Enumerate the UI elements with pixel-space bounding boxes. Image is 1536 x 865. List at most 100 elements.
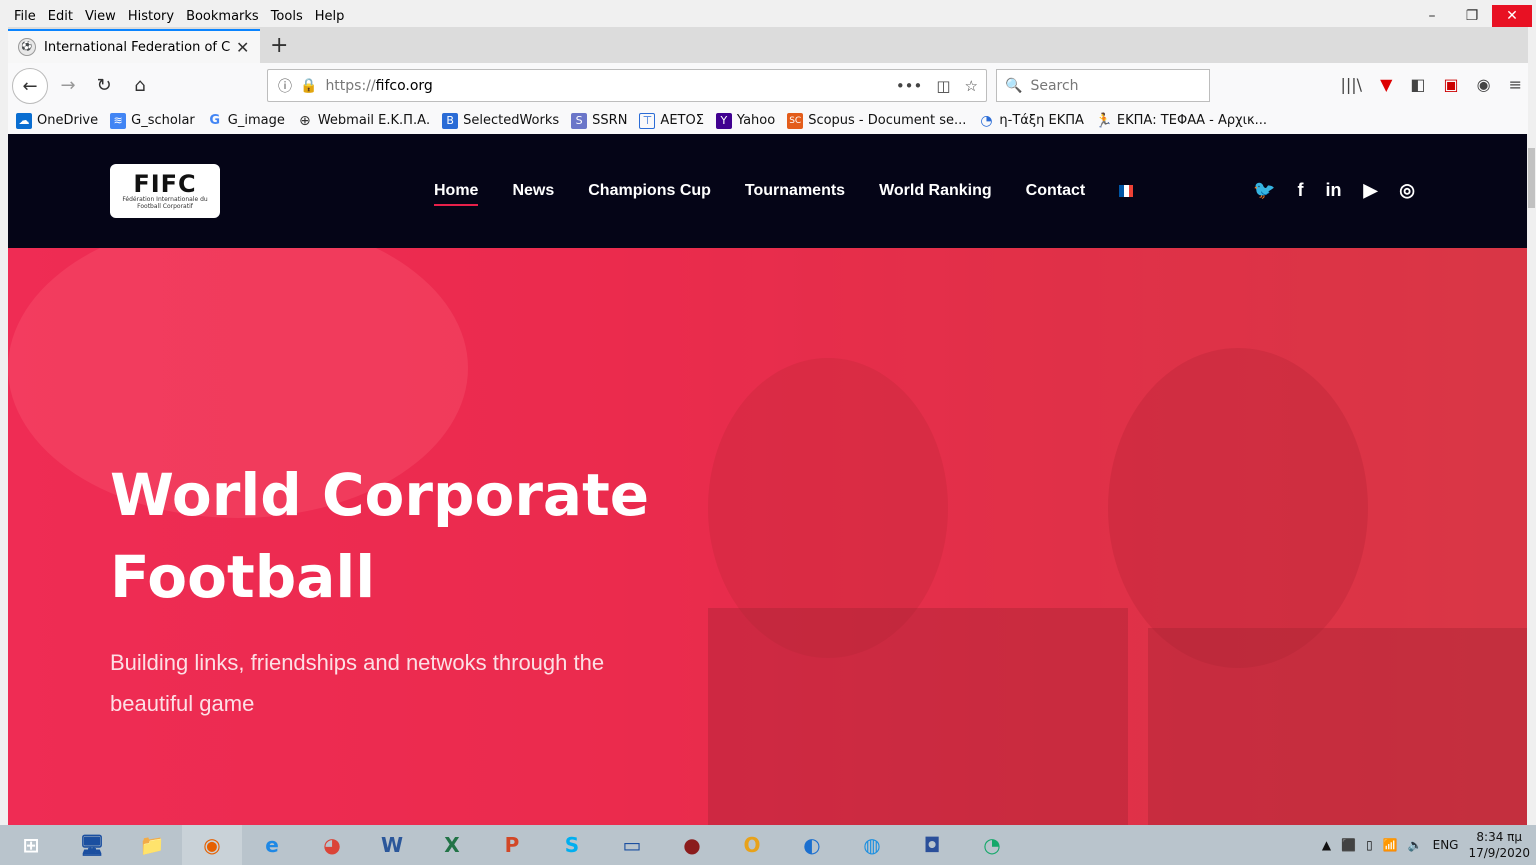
library-icon[interactable]: |||\	[1341, 75, 1363, 94]
new-tab-button[interactable]: +	[270, 33, 288, 58]
file-explorer-icon[interactable]: 📁	[122, 825, 182, 865]
bookmark-scopus[interactable]: SC Scopus - Document se...	[787, 112, 966, 129]
menu-view[interactable]: View	[85, 9, 116, 24]
excel-icon[interactable]: X	[422, 825, 482, 865]
tab-title: International Federation of Cor	[44, 39, 230, 55]
hero-banner: World Corporate Football Building links,…	[8, 248, 1527, 825]
minimize-button[interactable]: –	[1412, 5, 1452, 27]
chrome-icon[interactable]: ◕	[302, 825, 362, 865]
globe-icon: ⊕	[298, 112, 311, 129]
home-button[interactable]: ⌂	[126, 71, 154, 99]
clock-date: 17/9/2020	[1468, 846, 1530, 860]
tray-expand-icon[interactable]: ▲	[1322, 838, 1331, 852]
clock[interactable]: 8:34 πμ 17/9/2020	[1468, 829, 1530, 861]
powerpoint-icon[interactable]: P	[482, 825, 542, 865]
menu-history[interactable]: History	[128, 9, 174, 24]
app3-icon[interactable]: ◍	[842, 825, 902, 865]
acrobat-tray-icon[interactable]: ⬛	[1341, 838, 1356, 852]
bookmark-yahoo[interactable]: Y Yahoo	[715, 112, 775, 129]
reload-button[interactable]: ↻	[90, 71, 118, 99]
bookmark-tefaa[interactable]: 🏃 ΕΚΠΑ: ΤΕΦΑΑ - Αρχικ...	[1095, 113, 1267, 129]
bookmark-webmail[interactable]: ⊕ Webmail Ε.Κ.Π.Α.	[297, 113, 430, 129]
youtube-icon[interactable]: ▶	[1363, 180, 1377, 201]
tab-active[interactable]: ⚽ International Federation of Cor ✕	[8, 29, 260, 63]
hamburger-menu-icon[interactable]: ≡	[1509, 75, 1522, 94]
french-flag-icon[interactable]	[1119, 185, 1134, 197]
info-icon[interactable]: ⓘ	[278, 76, 292, 96]
language-indicator[interactable]: ENG	[1433, 838, 1459, 852]
tab-close-icon[interactable]: ✕	[236, 38, 249, 57]
word-icon[interactable]: W	[362, 825, 422, 865]
search-input[interactable]: 🔍 Search	[996, 69, 1210, 102]
url-bar[interactable]: ⓘ 🔒 https://fifco.org ••• ◫ ☆	[267, 69, 987, 102]
menu-champions-cup[interactable]: Champions Cup	[588, 182, 711, 200]
bookmark-eclass[interactable]: ◔ η-Τάξη ΕΚΠΑ	[978, 113, 1084, 129]
browser-window: File Edit View History Bookmarks Tools H…	[0, 0, 1536, 825]
pdf-icon[interactable]: ▣	[1444, 75, 1459, 94]
menu-news[interactable]: News	[512, 182, 554, 200]
web-page: FIFC Fédération Internationale du Footba…	[8, 134, 1527, 825]
clock-time: 8:34 πμ	[1476, 830, 1523, 844]
volume-icon[interactable]: 🔈	[1408, 838, 1423, 852]
yahoo-icon: Y	[715, 112, 732, 129]
bookmark-gscholar[interactable]: ≋ G_scholar	[110, 112, 195, 129]
sidebar-icon[interactable]: ◧	[1410, 75, 1425, 94]
restore-button[interactable]: ❐	[1452, 5, 1492, 27]
app2-icon[interactable]: ◐	[782, 825, 842, 865]
url-host: fifco.org	[375, 77, 433, 94]
media-icon[interactable]: ●	[662, 825, 722, 865]
menu-edit[interactable]: Edit	[48, 9, 73, 24]
linkedin-icon[interactable]: in	[1325, 180, 1341, 201]
menu-home[interactable]: Home	[434, 182, 479, 206]
skype-icon[interactable]: S	[542, 825, 602, 865]
forward-button[interactable]: →	[54, 71, 82, 99]
firefox-icon[interactable]: ◉	[182, 825, 242, 865]
scopus-icon: SC	[787, 112, 804, 129]
remote-desktop-icon[interactable]: 🖥	[62, 825, 122, 865]
network-icon[interactable]: 📶	[1383, 838, 1398, 852]
twitter-icon[interactable]: 🐦	[1253, 180, 1275, 201]
menu-world-ranking[interactable]: World Ranking	[879, 182, 992, 200]
hero-title: World Corporate Football	[110, 461, 650, 611]
app4-icon[interactable]: ◘	[902, 825, 962, 865]
facebook-icon[interactable]: f	[1297, 180, 1303, 201]
scholar-icon: ≋	[110, 112, 127, 129]
tab-bar: ⚽ International Federation of Cor ✕ +	[8, 27, 1528, 63]
back-button[interactable]: ←	[12, 68, 48, 104]
bookmark-aetos[interactable]: ⊤ ΑΕΤΟΣ	[639, 112, 704, 129]
account-icon[interactable]: ◉	[1477, 75, 1491, 94]
bookmark-gimage[interactable]: G G_image	[207, 113, 284, 129]
site-menu: Home News Champions Cup Tournaments Worl…	[434, 182, 1134, 206]
google-icon: G	[209, 113, 221, 128]
close-window-button[interactable]: ✕	[1492, 5, 1532, 27]
menu-bookmarks[interactable]: Bookmarks	[186, 9, 259, 24]
windows-start-icon[interactable]: ⊞	[0, 825, 62, 865]
pocket-icon[interactable]: ◫	[936, 77, 950, 95]
page-actions-icon[interactable]: •••	[896, 77, 923, 95]
menu-help[interactable]: Help	[315, 9, 345, 24]
outlook-icon[interactable]: O	[722, 825, 782, 865]
menu-contact[interactable]: Contact	[1026, 182, 1086, 200]
ie-icon[interactable]: e	[242, 825, 302, 865]
bookmark-star-icon[interactable]: ☆	[965, 77, 978, 95]
navigation-toolbar: ← → ↻ ⌂ ⓘ 🔒 https://fifco.org ••• ◫ ☆ 🔍 …	[8, 63, 1528, 108]
bookmark-selectedworks[interactable]: B SelectedWorks	[442, 112, 559, 129]
instagram-icon[interactable]: ◎	[1399, 180, 1415, 201]
logo-subtitle: Fédération Internationale du Football Co…	[122, 196, 208, 210]
shield-icon[interactable]: ▼	[1380, 75, 1392, 94]
search-placeholder: Search	[1030, 77, 1079, 94]
menu-tools[interactable]: Tools	[271, 9, 303, 24]
hero-subtitle: Building links, friendships and netwoks …	[110, 650, 605, 716]
scrollbar-thumb[interactable]	[1528, 148, 1535, 208]
battery-icon[interactable]: ▯	[1366, 838, 1373, 852]
bookmark-ssrn[interactable]: S SSRN	[571, 112, 627, 129]
bookmark-onedrive[interactable]: ☁ OneDrive	[16, 112, 98, 129]
app-icon[interactable]: ▭	[602, 825, 662, 865]
fifco-logo[interactable]: FIFC Fédération Internationale du Footba…	[110, 164, 220, 218]
menu-file[interactable]: File	[14, 9, 36, 24]
menu-tournaments[interactable]: Tournaments	[745, 182, 845, 200]
logo-text: FIFC	[133, 170, 197, 198]
page-scrollbar[interactable]	[1527, 134, 1536, 825]
lock-icon: 🔒	[300, 77, 318, 94]
app5-icon[interactable]: ◔	[962, 825, 1022, 865]
